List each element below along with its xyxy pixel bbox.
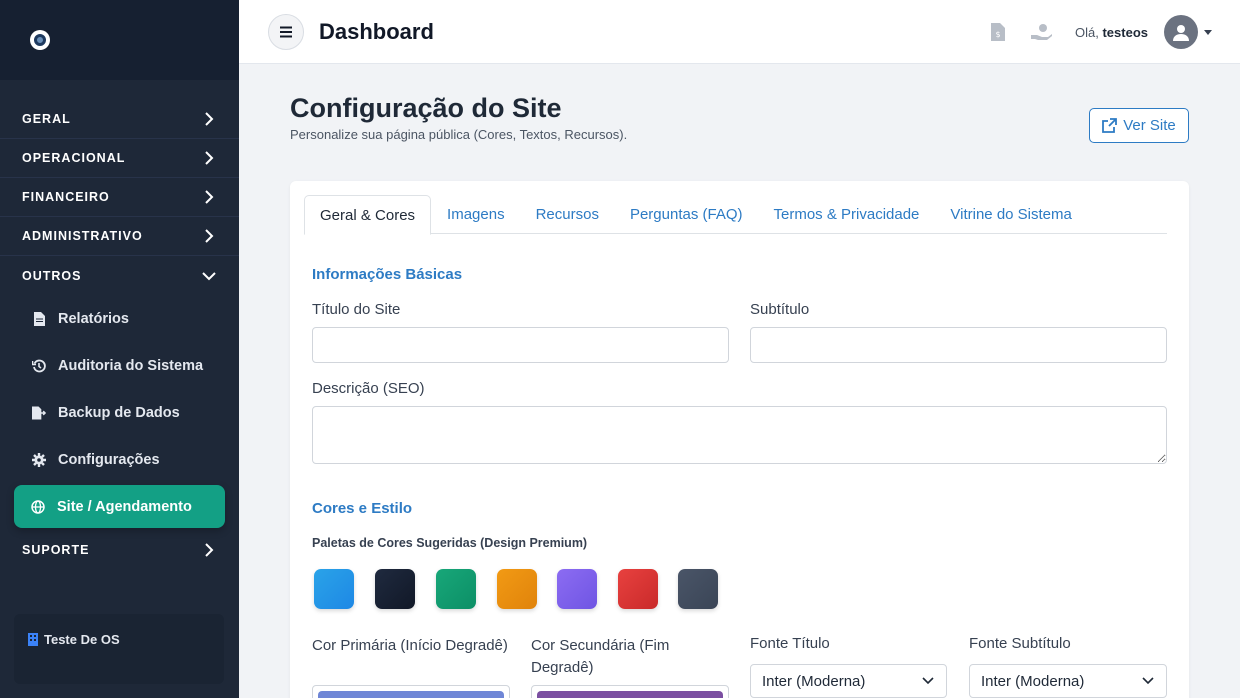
secondary-color-label: Cor Secundária (Fim Degradê) <box>531 637 670 676</box>
colors-style-title: Cores e Estilo <box>312 500 413 517</box>
palette-swatch[interactable] <box>497 569 537 609</box>
primary-color-picker[interactable] <box>312 685 510 698</box>
company-name: Teste De OS <box>44 632 120 647</box>
sidebar-item-label: Relatórios <box>58 310 129 327</box>
history-icon <box>32 359 46 373</box>
sidebar-item-label: Site / Agendamento <box>57 498 192 515</box>
sidebar-section-suporte[interactable]: SUPORTE <box>0 530 239 569</box>
palette-swatch[interactable] <box>678 569 718 609</box>
sidebar-section-label: GERAL <box>22 112 71 126</box>
sidebar-section-label: OUTROS <box>22 268 82 283</box>
description-textarea[interactable] <box>312 406 1167 464</box>
topbar-title: Dashboard <box>319 18 434 44</box>
primary-color-preview <box>318 691 504 698</box>
brand-logo[interactable] <box>30 30 50 50</box>
menu-toggle-button[interactable] <box>268 13 304 50</box>
tab-termos-privacidade[interactable]: Termos & Privacidade <box>759 195 935 234</box>
secondary-color-picker[interactable] <box>531 685 729 698</box>
palette-swatch[interactable] <box>557 569 597 609</box>
caret-down-icon[interactable] <box>1204 29 1212 35</box>
chevron-right-icon <box>201 189 217 205</box>
sidebar-section-financeiro[interactable]: FINANCEIRO <box>0 178 239 217</box>
tab-recursos[interactable]: Recursos <box>521 195 614 234</box>
title-font-value: Inter (Moderna) <box>762 672 866 690</box>
file-icon <box>32 311 46 326</box>
basic-info-title: Informações Básicas <box>312 266 463 283</box>
topbar-right: $ Olá, testeos <box>987 0 1212 64</box>
gear-icon <box>32 452 46 467</box>
chevron-right-icon <box>201 111 217 127</box>
sidebar-item-label: Backup de Dados <box>58 404 180 421</box>
title-font-select[interactable]: Inter (Moderna) <box>750 664 947 698</box>
sidebar-item-label: Auditoria do Sistema <box>58 357 204 374</box>
secondary-color-preview <box>537 691 723 698</box>
palette-swatch[interactable] <box>618 569 658 609</box>
primary-color-label: Cor Primária (Início Degradê) <box>312 637 508 654</box>
tab-faq[interactable]: Perguntas (FAQ) <box>615 195 758 234</box>
chevron-right-icon <box>201 228 217 244</box>
chevron-down-icon <box>922 677 934 685</box>
palettes-label: Paletas de Cores Sugeridas (Design Premi… <box>312 536 588 550</box>
sidebar-section-label: SUPORTE <box>22 542 90 557</box>
sidebar-section-operacional[interactable]: OPERACIONAL <box>0 139 239 178</box>
view-site-label: Ver Site <box>1123 117 1176 134</box>
invoice-dollar-icon[interactable]: $ <box>987 21 1009 43</box>
chevron-down-icon <box>201 268 217 284</box>
chevron-right-icon <box>201 150 217 166</box>
chevron-down-icon <box>1142 677 1154 685</box>
avatar[interactable] <box>1164 15 1198 49</box>
sidebar-section-outros[interactable]: OUTROS <box>0 256 239 295</box>
external-link-icon <box>1102 118 1118 133</box>
sidebar-section-label: OPERACIONAL <box>22 151 126 165</box>
sidebar-section-administrativo[interactable]: ADMINISTRATIVO <box>0 217 239 256</box>
subtitle-input[interactable] <box>750 327 1167 363</box>
tab-imagens[interactable]: Imagens <box>432 195 520 234</box>
user-greeting: Olá, testeos <box>1075 25 1148 40</box>
settings-card: Geral & Cores Imagens Recursos Perguntas… <box>290 181 1189 698</box>
page-title: Configuração do Site <box>290 93 562 123</box>
settings-tabs: Geral & Cores Imagens Recursos Perguntas… <box>304 195 1167 235</box>
palette-swatch[interactable] <box>314 569 354 609</box>
description-label: Descrição (SEO) <box>312 380 425 397</box>
site-title-label: Título do Site <box>312 301 401 318</box>
building-icon <box>28 633 38 649</box>
sidebar-item-site-agendamento[interactable]: Site / Agendamento <box>14 485 225 528</box>
sidebar-brand <box>0 0 239 80</box>
main-content: Configuração do Site Personalize sua pág… <box>239 64 1240 698</box>
sidebar-item-relatorios[interactable]: Relatórios <box>0 295 239 342</box>
tab-vitrine[interactable]: Vitrine do Sistema <box>935 195 1086 234</box>
sidebar-nav: GERAL OPERACIONAL FINANCEIRO ADMINISTRAT… <box>0 80 239 569</box>
subtitle-font-select[interactable]: Inter (Moderna) <box>969 664 1167 698</box>
sidebar-item-label: Configurações <box>58 451 160 468</box>
title-font-label: Fonte Título <box>750 635 830 652</box>
sidebar-section-geral[interactable]: GERAL <box>0 100 239 139</box>
hand-holding-dollar-icon[interactable] <box>1031 21 1053 43</box>
site-title-input[interactable] <box>312 327 729 363</box>
topbar: Dashboard $ Olá, testeos <box>239 0 1240 64</box>
username: testeos <box>1102 24 1148 40</box>
subtitle-font-label: Fonte Subtítulo <box>969 635 1071 652</box>
view-site-button[interactable]: Ver Site <box>1089 108 1189 143</box>
page-subtitle: Personalize sua página pública (Cores, T… <box>290 127 628 142</box>
svg-text:$: $ <box>995 30 1000 39</box>
greeting-prefix: Olá, <box>1075 24 1103 40</box>
subtitle-label: Subtítulo <box>750 301 810 318</box>
palette-swatch[interactable] <box>436 569 476 609</box>
file-export-icon <box>32 405 46 420</box>
sidebar: GERAL OPERACIONAL FINANCEIRO ADMINISTRAT… <box>0 0 239 698</box>
subtitle-font-value: Inter (Moderna) <box>981 672 1085 690</box>
sidebar-item-configuracoes[interactable]: Configurações <box>0 436 239 483</box>
sidebar-section-label: ADMINISTRATIVO <box>22 229 143 243</box>
sidebar-item-auditoria[interactable]: Auditoria do Sistema <box>0 342 239 389</box>
tab-geral-cores[interactable]: Geral & Cores <box>304 195 432 235</box>
sidebar-section-label: FINANCEIRO <box>22 190 110 204</box>
palette-swatch[interactable] <box>375 569 415 609</box>
chevron-right-icon <box>201 542 217 558</box>
sidebar-item-backup[interactable]: Backup de Dados <box>0 389 239 436</box>
globe-icon <box>31 499 45 514</box>
sidebar-footer-company: Teste De OS <box>14 614 224 684</box>
